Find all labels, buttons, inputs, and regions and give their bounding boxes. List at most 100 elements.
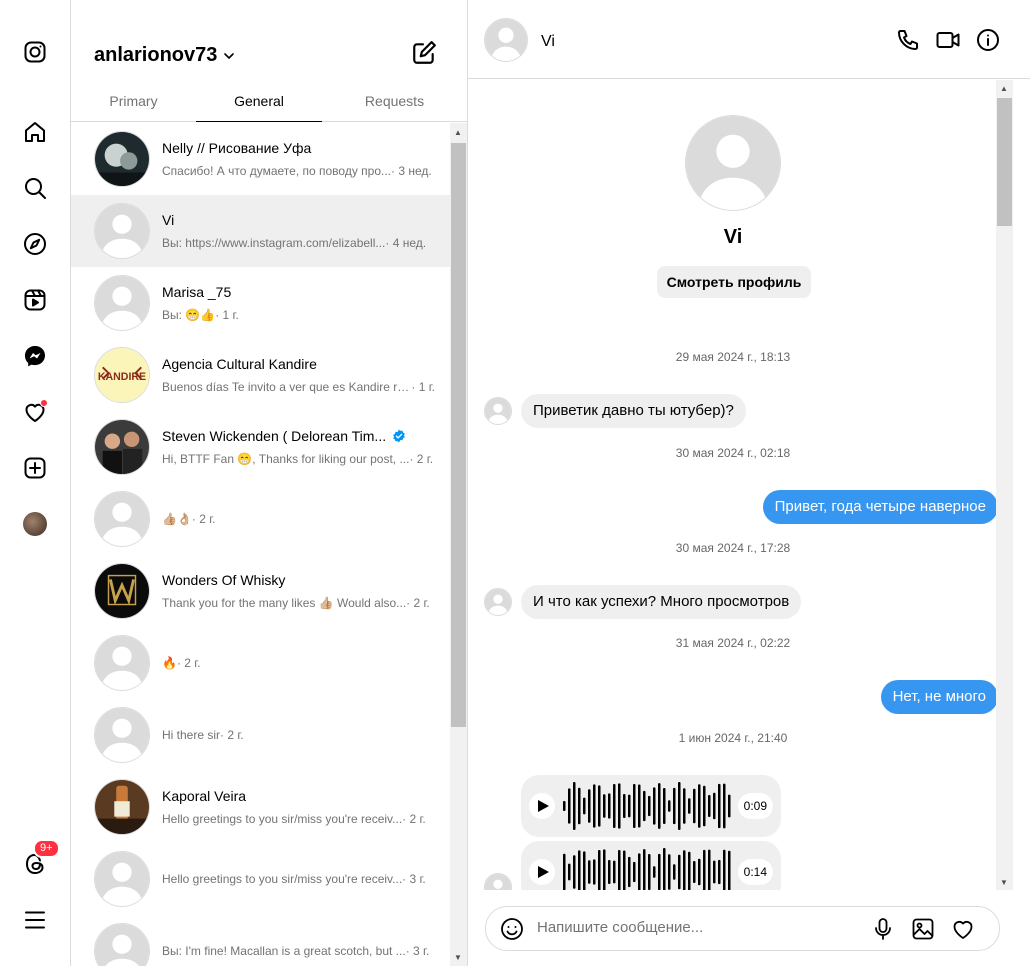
voice-message[interactable]: 0:09 — [521, 775, 781, 837]
waveform-bar — [663, 787, 666, 825]
threads-icon[interactable]: 9+ — [19, 839, 60, 880]
profile-avatar[interactable] — [19, 508, 51, 540]
conversation-item[interactable]: Steven Wickenden ( Delorean Tim... Hi, BT… — [71, 411, 451, 483]
tab-requests[interactable]: Requests — [322, 78, 467, 122]
incoming-message[interactable]: Приветик давно ты ютубер)? — [521, 394, 746, 428]
conversation-avatar — [94, 635, 150, 691]
menu-icon[interactable] — [19, 904, 51, 936]
video-call-icon[interactable] — [936, 28, 960, 52]
play-icon[interactable] — [529, 793, 555, 819]
view-profile-button[interactable]: Смотреть профиль — [657, 266, 811, 298]
conversation-time: · 1 г. — [411, 380, 435, 394]
conversation-preview: 👍🏼👌🏼 · 2 г. — [162, 512, 216, 526]
chat-title[interactable]: Vi — [541, 33, 555, 51]
conversation-avatar — [94, 923, 150, 966]
waveform-bar — [683, 850, 686, 890]
waveform-bar — [723, 783, 726, 829]
conversation-name: Nelly // Рисование Уфа — [162, 140, 312, 156]
waveform-bar — [568, 788, 571, 824]
conversation-item[interactable]: Hi there sir · 2 г. — [71, 699, 451, 771]
play-icon[interactable] — [529, 859, 555, 885]
conversation-avatar — [94, 707, 150, 763]
instagram-logo-icon[interactable] — [19, 36, 51, 68]
chat-scroll-up-icon[interactable]: ▲ — [1000, 84, 1008, 93]
sender-avatar[interactable] — [484, 397, 512, 425]
waveform-bar — [598, 785, 601, 827]
outgoing-message[interactable]: Привет, года четыре наверное — [762, 490, 998, 524]
conversation-preview: Hi there sir · 2 г. — [162, 728, 244, 742]
waveform-bar — [623, 850, 626, 890]
conversation-item[interactable]: Marisa _75 Вы: 😁👍 · 1 г. — [71, 267, 451, 339]
list-scrollbar-thumb[interactable] — [451, 143, 466, 727]
waveform-bar — [728, 794, 731, 818]
waveform-bar — [643, 790, 646, 822]
like-heart-icon[interactable] — [951, 917, 975, 941]
conversation-preview: Hi, BTTF Fan 😁, Thanks for liking our po… — [162, 452, 434, 466]
conversation-avatar — [94, 779, 150, 835]
sender-avatar[interactable] — [484, 873, 512, 890]
tab-primary[interactable]: Primary — [71, 78, 196, 122]
conversation-avatar — [94, 419, 150, 475]
inbox-tabs: Primary General Requests — [71, 78, 467, 122]
search-icon[interactable] — [19, 172, 51, 204]
waveform-bar — [658, 783, 661, 829]
microphone-icon[interactable] — [871, 917, 895, 941]
tab-general[interactable]: General — [196, 78, 322, 122]
home-icon[interactable] — [19, 116, 51, 148]
waveform-bar — [598, 850, 601, 890]
incoming-message[interactable]: И что как успехи? Много просмотров — [521, 585, 802, 619]
chat-avatar[interactable] — [484, 18, 528, 62]
waveform-bar — [563, 853, 566, 890]
waveform-bar — [618, 850, 621, 890]
chat-scroll-down-icon[interactable]: ▼ — [1000, 878, 1008, 887]
messenger-icon[interactable] — [19, 340, 51, 372]
conversation-item[interactable]: Vi Вы: https://www.instagram.com/elizabel… — [71, 195, 451, 267]
list-scrollbar[interactable]: ▲ ▼ — [450, 123, 467, 966]
conversation-item[interactable]: 👍🏼👌🏼 · 2 г. — [71, 483, 451, 555]
conversation-avatar — [94, 203, 150, 259]
waveform-bar — [613, 860, 616, 884]
phone-icon[interactable] — [896, 28, 920, 52]
message-input[interactable] — [537, 919, 857, 936]
profile-avatar-large[interactable] — [685, 115, 781, 211]
conversation-preview: Hello greetings to you sir/miss you're r… — [162, 812, 426, 826]
conversation-item[interactable]: KANDIRE Agencia Cultural Kandire Buenos dí… — [71, 339, 451, 411]
account-switcher[interactable]: anlarionov73 — [94, 44, 235, 67]
conversation-item[interactable]: Hello greetings to you sir/miss you're r… — [71, 843, 451, 915]
outgoing-message[interactable]: Нет, не много — [880, 680, 998, 714]
scroll-up-icon[interactable]: ▲ — [454, 128, 462, 137]
waveform-bar — [703, 849, 706, 890]
waveform-bar — [708, 794, 711, 818]
message-timestamp: 29 мая 2024 г., 18:13 — [675, 350, 791, 364]
create-icon[interactable] — [19, 452, 51, 484]
new-message-icon[interactable] — [411, 40, 437, 66]
notifications-heart-icon[interactable] — [19, 396, 51, 428]
conversation-item[interactable]: 🔥 · 2 г. — [71, 627, 451, 699]
conversation-item[interactable]: Вы: I'm fine! Macallan is a great scotch… — [71, 915, 451, 966]
sender-avatar[interactable] — [484, 588, 512, 616]
conversation-preview: Вы: I'm fine! Macallan is a great scotch… — [162, 944, 430, 958]
explore-icon[interactable] — [19, 228, 51, 260]
chevron-down-icon — [224, 52, 235, 59]
waveform-bar — [678, 782, 681, 830]
waveform-bar — [703, 785, 706, 827]
message-timestamp: 31 мая 2024 г., 02:22 — [675, 636, 791, 650]
emoji-icon[interactable] — [500, 917, 524, 941]
conversation-item[interactable]: Kaporal Veira Hello greetings to you sir/… — [71, 771, 451, 843]
conversation-item[interactable]: Wonders Of Whisky Thank you for the many … — [71, 555, 451, 627]
chat-scrollbar-thumb[interactable] — [997, 98, 1012, 226]
image-icon[interactable] — [911, 917, 935, 941]
conversation-item[interactable]: Nelly // Рисование Уфа Спасибо! А что дум… — [71, 123, 451, 195]
waveform-bar — [578, 787, 581, 825]
chat-scrollbar[interactable]: ▲ ▼ — [996, 80, 1013, 890]
waveform-bar — [688, 798, 691, 814]
scroll-down-icon[interactable]: ▼ — [454, 953, 462, 962]
conversation-name: Vi — [162, 212, 175, 228]
waveform-bar — [628, 856, 631, 888]
reels-icon[interactable] — [19, 284, 51, 316]
info-icon[interactable] — [976, 28, 1000, 52]
conversation-preview: Hello greetings to you sir/miss you're r… — [162, 872, 426, 886]
conversation-avatar — [94, 275, 150, 331]
voice-message[interactable]: 0:14 — [521, 841, 781, 890]
verified-badge-icon — [393, 429, 405, 443]
